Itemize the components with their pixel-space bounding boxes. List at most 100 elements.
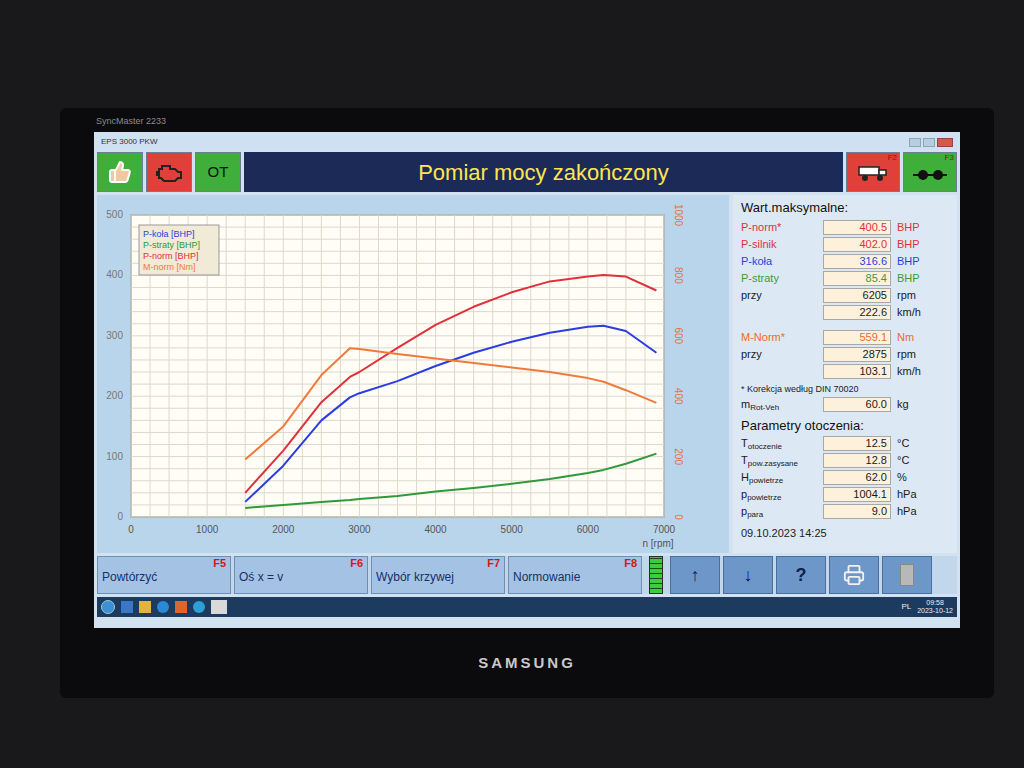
value-box: 1004.1 — [823, 487, 891, 502]
clock-date: 2023-10-12 — [917, 607, 953, 615]
svg-text:400: 400 — [106, 269, 123, 280]
svg-text:400: 400 — [673, 388, 684, 405]
chart-legend: P-koła [BHP]P-straty [BHP]P-norm [BHP]M-… — [139, 225, 219, 275]
value-box: 222.6 — [823, 305, 891, 320]
svg-text:0: 0 — [128, 524, 134, 535]
value-row: przy6205rpm — [741, 287, 949, 303]
taskbar-app[interactable] — [139, 601, 151, 613]
chart-panel: 0100200300400500020040060080010000100020… — [97, 195, 729, 553]
blank-icon — [900, 564, 914, 586]
measurement-date: 09.10.2023 14:25 — [741, 526, 949, 540]
value-row: przy2875rpm — [741, 346, 949, 362]
toolbar-button[interactable] — [146, 152, 192, 192]
svg-text:1000: 1000 — [673, 204, 684, 227]
value-box: 6205 — [823, 288, 891, 303]
photo-background: SyncMaster 2233 EPS 3000 PKW OTPomiar mocy… — [0, 0, 1024, 768]
value-box: 2875 — [823, 347, 891, 362]
svg-text:4000: 4000 — [424, 524, 447, 535]
icon-button[interactable] — [829, 556, 879, 594]
value-row: Hpowietrze62.0% — [741, 469, 949, 485]
svg-text:5000: 5000 — [501, 524, 524, 535]
svg-text:300: 300 — [106, 330, 123, 341]
value-box: 62.0 — [823, 470, 891, 485]
function-bar: F5PowtórzyćF6Oś x = vF7Wybór krzywejF8No… — [97, 556, 957, 594]
icon-button[interactable]: ? — [776, 556, 826, 594]
svg-text:6000: 6000 — [577, 524, 600, 535]
function-key[interactable]: F7Wybór krzywej — [371, 556, 505, 594]
value-box: 12.8 — [823, 453, 891, 468]
svg-text:3000: 3000 — [348, 524, 371, 535]
value-box: 85.4 — [823, 271, 891, 286]
toolbar-key-button[interactable]: F2 — [846, 152, 900, 192]
svg-text:P-straty [BHP]: P-straty [BHP] — [143, 240, 200, 250]
value-box: 103.1 — [823, 364, 891, 379]
svg-text:P-koła [BHP]: P-koła [BHP] — [143, 229, 195, 239]
value-box: 400.5 — [823, 220, 891, 235]
value-box: 9.0 — [823, 504, 891, 519]
monitor-brand: SAMSUNG — [478, 652, 576, 675]
value-row: P-norm*400.5BHP — [741, 219, 949, 235]
toolbar-button[interactable]: OT — [195, 152, 241, 192]
svg-text:n [rpm]: n [rpm] — [642, 538, 673, 549]
engine-icon — [155, 161, 183, 183]
status-title: Pomiar mocy zakończony — [244, 152, 843, 192]
toolbar-button[interactable] — [97, 152, 143, 192]
taskbar-app[interactable] — [175, 601, 187, 613]
svg-text:1000: 1000 — [196, 524, 219, 535]
svg-text:200: 200 — [106, 390, 123, 401]
series-line — [245, 275, 656, 493]
svg-text:0: 0 — [673, 514, 684, 520]
icon-button[interactable]: ↑ — [670, 556, 720, 594]
title-bar: EPS 3000 PKW — [97, 135, 957, 149]
taskbar-app[interactable] — [211, 600, 227, 614]
value-box: 559.1 — [823, 330, 891, 345]
svg-text:100: 100 — [106, 451, 123, 462]
svg-text:7000: 7000 — [653, 524, 676, 535]
dyno-icon — [856, 162, 890, 184]
toolbar: OTPomiar mocy zakończonyF2F3 — [97, 152, 957, 192]
value-row: ppowietrze1004.1hPa — [741, 486, 949, 502]
value-row: 103.1km/h — [741, 363, 949, 379]
value-box: 316.6 — [823, 254, 891, 269]
series-line — [245, 348, 656, 459]
value-row: P-koła316.6BHP — [741, 253, 949, 269]
value-row: M-Norm*559.1Nm — [741, 329, 949, 345]
toolbar-key-button[interactable]: F3 — [903, 152, 957, 192]
monitor: SyncMaster 2233 EPS 3000 PKW OTPomiar mocy… — [60, 108, 994, 698]
taskbar-app[interactable] — [157, 601, 169, 613]
language-indicator[interactable]: PL — [901, 601, 911, 613]
svg-text:800: 800 — [673, 267, 684, 284]
value-row: 222.6km/h — [741, 304, 949, 320]
function-key[interactable]: F6Oś x = v — [234, 556, 368, 594]
axles-icon — [911, 162, 949, 184]
correction-note: * Korekcja według DIN 70020 — [741, 383, 949, 395]
svg-text:600: 600 — [673, 327, 684, 344]
printer-icon — [843, 564, 865, 586]
svg-text:500: 500 — [106, 209, 123, 220]
value-row: P-silnik402.0BHP — [741, 236, 949, 252]
svg-text:0: 0 — [117, 511, 123, 522]
taskbar-app[interactable] — [121, 601, 133, 613]
values-panel: Wart.maksymalne:P-norm*400.5BHPP-silnik4… — [733, 195, 957, 553]
icon-button[interactable]: ↓ — [723, 556, 773, 594]
value-row: P-straty85.4BHP — [741, 270, 949, 286]
value-box: 402.0 — [823, 237, 891, 252]
start-button[interactable] — [101, 600, 115, 614]
screen: EPS 3000 PKW OTPomiar mocy zakończonyF2F3… — [94, 132, 960, 628]
value-row: Tpow.zasysane12.8°C — [741, 452, 949, 468]
svg-text:M-norm [Nm]: M-norm [Nm] — [143, 262, 196, 272]
monitor-model: SyncMaster 2233 — [94, 108, 960, 132]
value-box: 60.0 — [823, 397, 891, 412]
taskbar-app[interactable] — [193, 601, 205, 613]
series-line — [245, 326, 656, 502]
svg-text:2000: 2000 — [272, 524, 295, 535]
function-key[interactable]: F8Normowanie — [508, 556, 642, 594]
svg-text:P-norm [BHP]: P-norm [BHP] — [143, 251, 199, 261]
function-key[interactable]: F5Powtórzyć — [97, 556, 231, 594]
taskbar: PL09:582023-10-12 — [97, 597, 957, 617]
value-row: ppara9.0hPa — [741, 503, 949, 519]
icon-button[interactable] — [882, 556, 932, 594]
power-chart: 0100200300400500020040060080010000100020… — [97, 195, 729, 553]
thumbs-up-icon — [108, 160, 132, 184]
value-box: 12.5 — [823, 436, 891, 451]
